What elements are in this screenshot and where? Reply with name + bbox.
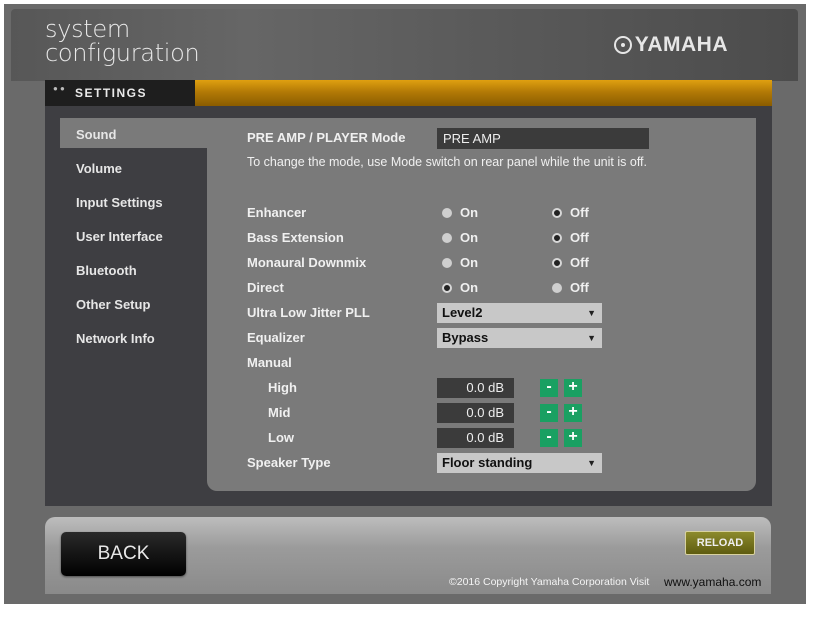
direct-off-label: Off [570,280,589,295]
bass-extension-off-radio[interactable]: Off [552,230,589,245]
tab-settings[interactable]: ● ● SETTINGS [45,80,195,106]
bass-extension-on-radio[interactable]: On [442,230,478,245]
low-label: Low [268,430,294,445]
direct-label: Direct [247,280,284,295]
mode-note: To change the mode, use Mode switch on r… [247,155,648,169]
high-minus-button[interactable]: - [540,379,558,397]
mode-value: PRE AMP [437,128,649,149]
direct-off-radio[interactable]: Off [552,280,589,295]
monaural-downmix-off-label: Off [570,255,589,270]
dropdown-arrow-icon: ▼ [587,333,596,343]
mid-value: 0.0 dB [437,403,514,423]
sidebar: Sound Volume Input Settings User Interfa… [60,118,207,356]
bass-extension-off-label: Off [570,230,589,245]
enhancer-off-radio[interactable]: Off [552,205,589,220]
dropdown-arrow-icon: ▼ [587,308,596,318]
sidebar-item-other-setup[interactable]: Other Setup [60,288,207,318]
direct-on-radio[interactable]: On [442,280,478,295]
radio-unchecked-icon [442,232,452,243]
sidebar-item-bluetooth[interactable]: Bluetooth [60,254,207,284]
monaural-downmix-label: Monaural Downmix [247,255,367,270]
bass-extension-label: Bass Extension [247,230,344,245]
dropdown-arrow-icon: ▼ [587,458,596,468]
high-label: High [268,380,297,395]
jitter-label: Ultra Low Jitter PLL [247,305,370,320]
tab-accent-bar [195,80,772,106]
app-title-line2: configuration [45,39,200,67]
monaural-downmix-off-radio[interactable]: Off [552,255,589,270]
mode-label: PRE AMP / PLAYER Mode [247,130,406,145]
app-title: system configuration [45,15,200,67]
reload-button[interactable]: RELOAD [685,531,755,555]
brand-logo: YAMAHA [613,33,728,57]
back-button[interactable]: BACK [61,532,186,576]
sidebar-item-input-settings[interactable]: Input Settings [60,186,207,216]
bass-extension-on-label: On [460,230,479,245]
radio-checked-icon [552,232,562,243]
high-value: 0.0 dB [437,378,514,398]
yamaha-logo-icon [613,36,632,54]
enhancer-on-radio[interactable]: On [442,205,478,220]
speaker-type-label: Speaker Type [247,455,331,470]
radio-checked-icon [552,257,562,268]
monaural-downmix-on-radio[interactable]: On [442,255,478,270]
mid-plus-button[interactable]: + [564,404,582,422]
copyright-text: ©2016 Copyright Yamaha Corporation Visit [449,576,650,588]
monaural-downmix-on-label: On [460,255,479,270]
equalizer-select-value: Bypass [442,330,489,345]
tab-dots-icon: ● ● [53,84,65,93]
radio-checked-icon [552,207,562,218]
enhancer-label: Enhancer [247,205,307,220]
direct-on-label: On [460,280,479,295]
radio-unchecked-icon [442,257,452,268]
equalizer-label: Equalizer [247,330,305,345]
radio-checked-icon [442,282,452,293]
speaker-type-select-value: Floor standing [442,455,533,470]
sidebar-item-user-interface[interactable]: User Interface [60,220,207,250]
sidebar-item-sound[interactable]: Sound [60,118,207,148]
footer: BACK RELOAD ©2016 Copyright Yamaha Corpo… [45,517,771,594]
equalizer-select[interactable]: Bypass ▼ [437,328,602,348]
enhancer-off-label: Off [570,205,589,220]
low-minus-button[interactable]: - [540,429,558,447]
jitter-select[interactable]: Level2 ▼ [437,303,602,323]
yamaha-website-link[interactable]: www.yamaha.com [664,575,761,589]
app-title-line1: system [45,15,130,43]
mid-minus-button[interactable]: - [540,404,558,422]
main-content: Sound Volume Input Settings User Interfa… [45,106,772,506]
sidebar-item-volume[interactable]: Volume [60,152,207,182]
radio-unchecked-icon [442,207,452,218]
enhancer-on-label: On [460,205,479,220]
jitter-select-value: Level2 [442,305,483,320]
mid-label: Mid [268,405,291,420]
sound-settings-panel: PRE AMP / PLAYER Mode PRE AMP To change … [207,118,756,491]
low-value: 0.0 dB [437,428,514,448]
tab-settings-label: SETTINGS [75,86,148,100]
high-plus-button[interactable]: + [564,379,582,397]
radio-unchecked-icon [552,282,562,293]
tab-bar: ● ● SETTINGS [45,80,772,106]
speaker-type-select[interactable]: Floor standing ▼ [437,453,602,473]
brand-name: YAMAHA [634,33,728,56]
sidebar-item-network-info[interactable]: Network Info [60,322,207,352]
low-plus-button[interactable]: + [564,429,582,447]
header: system configuration YAMAHA [11,9,798,81]
manual-label: Manual [247,355,292,370]
